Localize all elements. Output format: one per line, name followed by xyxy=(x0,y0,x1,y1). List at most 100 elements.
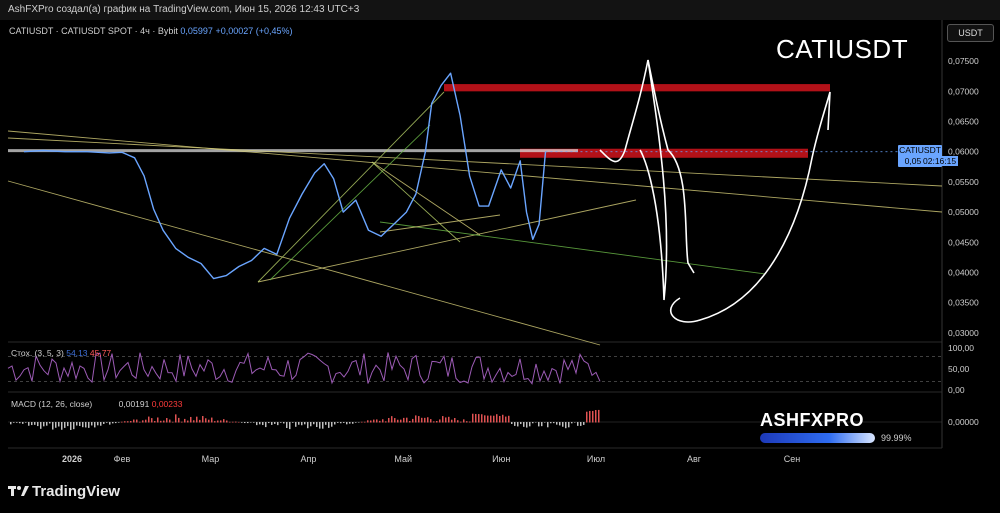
macd-bar xyxy=(61,422,63,430)
macd-bar xyxy=(214,421,216,423)
macd-bar xyxy=(598,409,600,423)
macd-bar xyxy=(319,422,321,429)
macd-bar xyxy=(157,417,159,423)
macd-bar xyxy=(346,422,348,425)
macd-bar xyxy=(403,417,405,423)
macd-bar xyxy=(97,422,99,426)
macd-bar xyxy=(211,417,213,423)
macd-bar xyxy=(418,416,420,423)
macd-bar xyxy=(199,419,201,423)
macd-bar xyxy=(577,422,579,426)
macd-bar xyxy=(103,422,105,424)
macd-bar xyxy=(136,419,138,423)
macd-bar xyxy=(559,422,561,426)
macd-bar xyxy=(568,422,570,428)
trendline xyxy=(7,137,943,187)
macd-bar xyxy=(256,422,258,426)
trendline xyxy=(269,124,431,281)
macd-bar xyxy=(343,422,345,423)
macd-bar xyxy=(331,422,333,427)
macd-bar xyxy=(364,421,366,423)
stoch-k-value: 54,13 xyxy=(66,348,88,358)
macd-bar xyxy=(178,417,180,423)
macd-bar xyxy=(121,421,123,423)
macd-bar xyxy=(91,422,93,426)
macd-value: 0,00191 xyxy=(118,399,150,409)
macd-bar xyxy=(505,416,507,423)
macd-bar xyxy=(13,422,15,423)
tradingview-logo[interactable]: TradingView xyxy=(8,483,120,500)
macd-bar xyxy=(253,422,255,423)
macd-bar xyxy=(412,418,414,423)
x-tick-label: Июн xyxy=(492,454,510,464)
tradingview-mark-icon xyxy=(8,483,32,500)
macd-bar xyxy=(340,422,342,424)
macd-bar xyxy=(148,416,150,423)
y-tick-label: 0,04500 xyxy=(948,237,979,247)
macd-bar xyxy=(181,421,183,423)
macd-bar xyxy=(58,422,60,427)
macd-bar xyxy=(415,415,417,423)
macd-label: MACD (12, 26, close) xyxy=(11,399,93,409)
macd-bar xyxy=(541,422,543,427)
trendline xyxy=(7,180,601,346)
macd-bar xyxy=(304,422,306,425)
stoch-label: Стох. (3, 5, 3) xyxy=(11,348,64,358)
macd-bar xyxy=(448,416,450,423)
macd-bar xyxy=(106,422,108,423)
macd-bar xyxy=(547,422,549,428)
macd-bar xyxy=(169,419,171,423)
macd-bar xyxy=(187,420,189,423)
macd-bar xyxy=(511,422,513,424)
trendline xyxy=(257,91,445,283)
stoch-legend[interactable]: Стох. (3, 5, 3) 54,13 45,77 xyxy=(11,348,111,358)
macd-bar xyxy=(553,422,555,424)
macd-bar xyxy=(397,419,399,423)
macd-bar xyxy=(280,422,282,423)
y-tick-label: 0,05500 xyxy=(948,177,979,187)
last-price: 0,05997 xyxy=(180,26,213,36)
macd-bar xyxy=(217,420,219,423)
macd-bar xyxy=(427,417,429,423)
macd-bar xyxy=(289,422,291,430)
macd-bar xyxy=(238,421,240,423)
currency-button[interactable]: USDT xyxy=(947,24,994,42)
macd-bar xyxy=(19,422,21,424)
macd-bar xyxy=(571,422,573,424)
macd-bar xyxy=(481,414,483,423)
macd-bar xyxy=(337,422,339,423)
stoch-tick-label: 100,00 xyxy=(948,343,974,353)
macd-bar xyxy=(172,421,174,423)
macd-bar xyxy=(277,422,279,426)
macd-bar xyxy=(196,416,198,423)
macd-bar xyxy=(244,422,246,424)
macd-bar xyxy=(241,422,243,423)
macd-bar xyxy=(31,422,33,426)
macd-bar xyxy=(544,422,546,423)
macd-bar xyxy=(424,417,426,423)
macd-bar xyxy=(583,422,585,425)
macd-bar xyxy=(166,418,168,423)
macd-bar xyxy=(220,420,222,423)
macd-bar xyxy=(262,422,264,426)
macd-bar xyxy=(25,422,27,423)
macd-bar xyxy=(154,421,156,423)
macd-bar xyxy=(52,422,54,430)
macd-bar xyxy=(184,418,186,423)
x-tick-label: Фев xyxy=(114,454,131,464)
overlay-title: CATIUSDT xyxy=(776,34,909,64)
macd-bar xyxy=(517,422,519,427)
macd-legend[interactable]: MACD (12, 26, close) 0,00191 0,00233 xyxy=(11,399,182,409)
macd-bar xyxy=(145,419,147,423)
macd-bar xyxy=(163,420,165,423)
macd-bar xyxy=(445,417,447,423)
y-tick-label: 0,04000 xyxy=(948,268,979,278)
macd-bar xyxy=(370,420,372,423)
symbol-legend[interactable]: CATIUSDT · CATIUSDT SPOT · 4ч · Bybit 0,… xyxy=(9,26,293,36)
macd-bar xyxy=(352,422,354,424)
x-tick-label: Апр xyxy=(300,454,316,464)
macd-bar xyxy=(82,422,84,428)
macd-bar xyxy=(457,420,459,423)
macd-bar xyxy=(37,422,39,427)
macd-bar xyxy=(442,416,444,423)
